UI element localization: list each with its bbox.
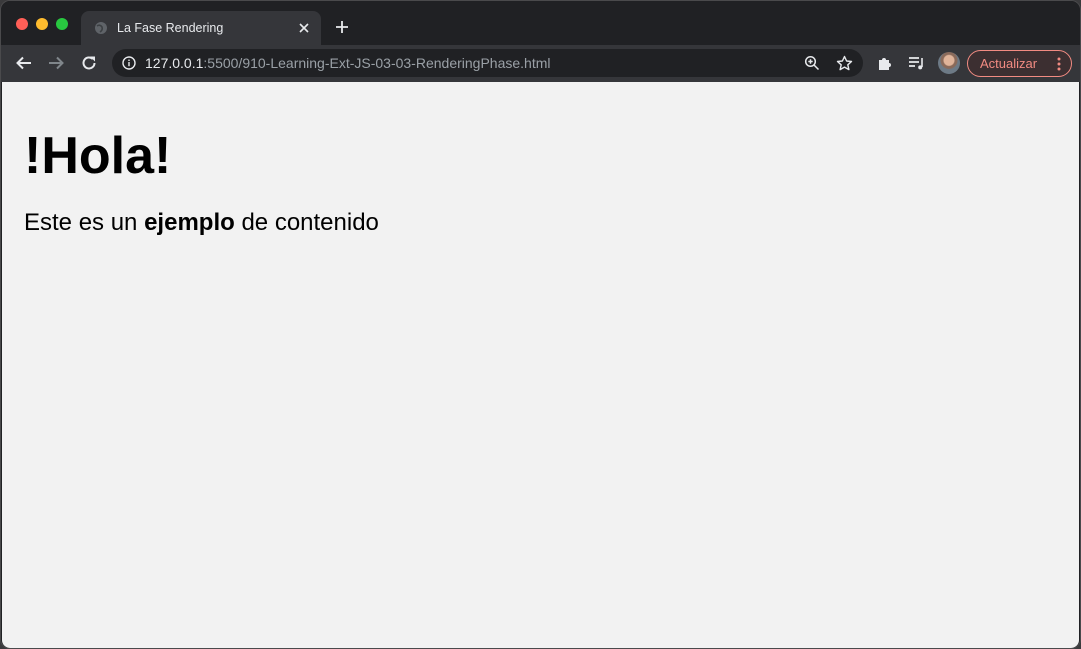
close-window-button[interactable] [16,18,28,30]
url-host: 127.0.0.1 [145,55,204,71]
tab-la-fase-rendering[interactable]: La Fase Rendering [81,11,321,45]
address-bar[interactable]: 127.0.0.1:5500/910-Learning-Ext-JS-03-03… [112,49,863,77]
extensions-icon[interactable] [876,54,894,72]
url-path: :5500/910-Learning-Ext-JS-03-03-Renderin… [203,55,551,71]
more-options-icon[interactable] [1056,57,1062,71]
media-queue-icon[interactable] [907,54,925,72]
forward-arrow-icon[interactable] [47,54,65,72]
info-icon[interactable] [122,56,136,70]
browser-toolbar: 127.0.0.1:5500/910-Learning-Ext-JS-03-03… [1,45,1080,82]
close-icon[interactable] [297,21,311,35]
page-paragraph: Este es un ejemplo de contenido [24,209,379,237]
browser-window: La Fase Rendering 127.0.0.1:5500/910-Lea… [0,0,1081,649]
back-arrow-icon[interactable] [15,54,33,72]
zoom-window-button[interactable] [56,18,68,30]
minimize-window-button[interactable] [36,18,48,30]
paragraph-text-after: de contenido [234,209,379,236]
page-viewport: !Hola! Este es un ejemplo de contenido [2,82,1079,648]
paragraph-bold-text: ejemplo [144,209,235,236]
new-tab-button[interactable] [334,19,350,35]
paragraph-text-before: Este es un [24,209,145,236]
globe-icon [94,21,108,35]
star-icon[interactable] [836,55,853,72]
update-label: Actualizar [980,56,1038,71]
page-heading: !Hola! [24,127,172,185]
update-button[interactable]: Actualizar [967,50,1072,77]
reload-icon[interactable] [80,54,98,72]
url-text[interactable]: 127.0.0.1:5500/910-Learning-Ext-JS-03-03… [145,55,550,71]
zoom-icon[interactable] [804,55,820,71]
profile-avatar[interactable] [938,52,960,74]
tab-strip: La Fase Rendering [1,1,1080,45]
tab-title: La Fase Rendering [117,21,224,35]
